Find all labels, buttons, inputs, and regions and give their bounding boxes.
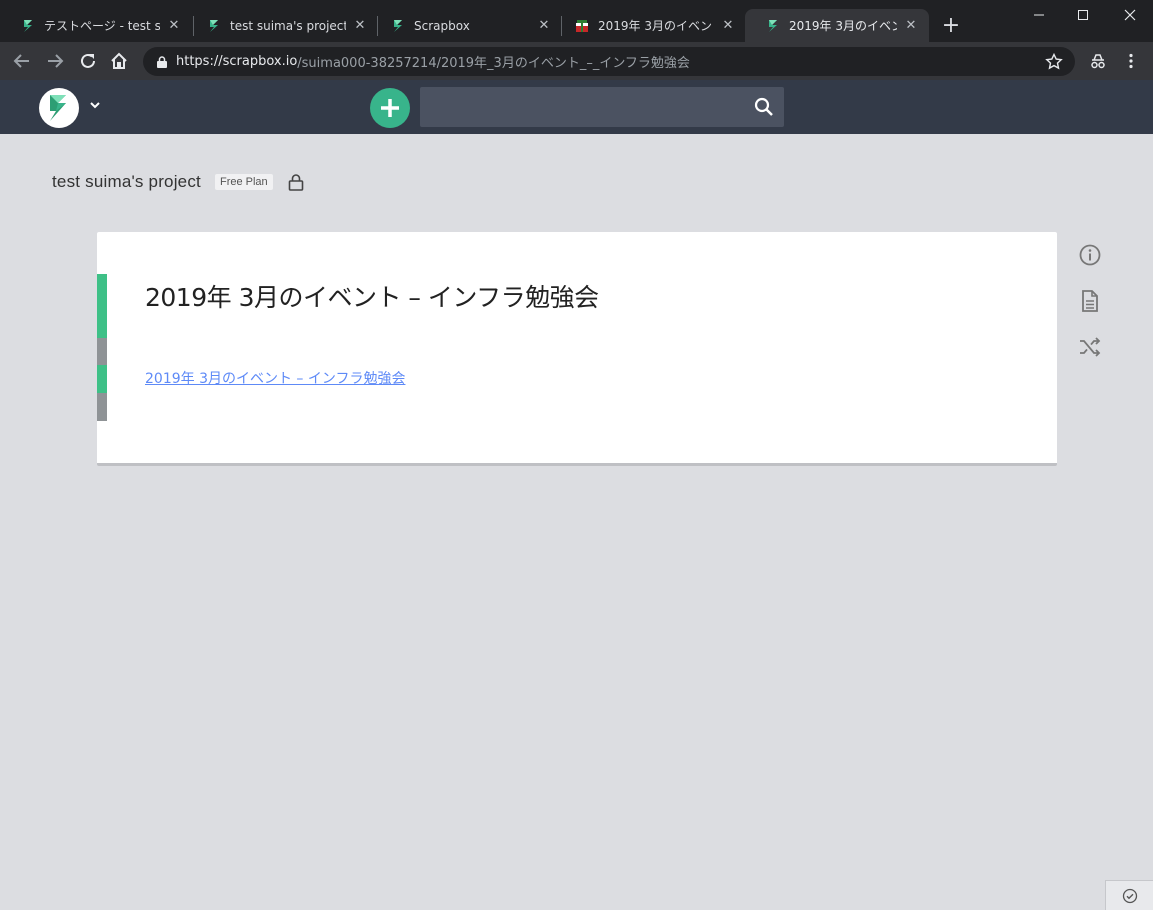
lock-icon xyxy=(288,174,303,191)
new-tab-button[interactable]: + xyxy=(938,14,964,40)
browser-tab-active[interactable]: 2019年 3月のイベント – ✕ xyxy=(745,9,929,42)
reload-button[interactable] xyxy=(76,49,100,73)
incognito-icon xyxy=(1091,54,1105,69)
project-header: test suima's project Free Plan xyxy=(52,172,305,192)
home-button[interactable] xyxy=(107,49,131,73)
document-icon[interactable] xyxy=(1078,289,1102,313)
browser-tab[interactable]: test suima's project ✕ xyxy=(186,9,378,42)
new-page-button[interactable] xyxy=(370,88,410,128)
line-marker xyxy=(97,393,107,421)
minimize-button[interactable] xyxy=(1016,0,1062,30)
back-button[interactable] xyxy=(10,49,34,73)
scrapbox-favicon-icon xyxy=(769,19,777,32)
gift-favicon-icon xyxy=(576,19,588,32)
page-link[interactable]: 2019年 3月のイベント – インフラ勉強会 xyxy=(145,368,405,388)
line-marker-updated xyxy=(97,365,107,393)
tab-title: テストページ - test suima xyxy=(44,19,160,33)
close-icon[interactable]: ✕ xyxy=(903,18,919,33)
status-corner[interactable] xyxy=(1105,880,1153,910)
browser-tab[interactable]: Scrapbox ✕ xyxy=(370,9,562,42)
search-icon[interactable] xyxy=(754,97,774,117)
url-host: https://scrapbox.io xyxy=(176,54,298,69)
info-icon[interactable] xyxy=(1078,243,1102,267)
url-path: /suima000-38257214/2019年_3月のイベント_–_インフラ勉… xyxy=(297,56,690,71)
home-icon xyxy=(111,52,127,69)
menu-button[interactable] xyxy=(1119,49,1143,73)
maximize-button[interactable] xyxy=(1060,0,1106,30)
tab-title: 2019年 3月のイベント – xyxy=(789,19,897,33)
reload-icon xyxy=(81,53,95,68)
plan-badge: Free Plan xyxy=(214,174,273,190)
chevron-down-icon[interactable] xyxy=(88,98,102,112)
close-window-button[interactable] xyxy=(1107,0,1153,30)
close-icon[interactable]: ✕ xyxy=(536,18,552,33)
search-box xyxy=(420,87,784,127)
star-icon[interactable] xyxy=(1045,53,1063,71)
line-marker-updated xyxy=(97,274,107,338)
check-circle-icon xyxy=(1122,888,1137,903)
app-header xyxy=(0,80,1153,134)
forward-button[interactable] xyxy=(43,49,67,73)
tab-title: test suima's project xyxy=(230,18,346,33)
project-name[interactable]: test suima's project xyxy=(52,172,201,192)
more-vert-icon xyxy=(1129,53,1133,69)
tab-title: 2019年 3月のイベント – xyxy=(598,19,714,33)
scrapbox-favicon-icon xyxy=(24,19,32,32)
line-marker xyxy=(97,338,107,365)
minimize-icon xyxy=(1034,14,1044,16)
arrow-left-icon xyxy=(13,54,29,68)
scrapbox-favicon-icon xyxy=(394,19,402,32)
browser-tab[interactable]: テストページ - test suima ✕ xyxy=(0,9,192,42)
browser-toolbar: https://scrapbox.io/suima000-38257214/20… xyxy=(0,42,1153,80)
incognito-button[interactable] xyxy=(1086,49,1110,73)
page-title[interactable]: 2019年 3月のイベント – インフラ勉強会 xyxy=(145,278,599,314)
scrapbox-logo-icon xyxy=(50,95,66,121)
close-icon[interactable]: ✕ xyxy=(166,18,182,33)
plus-icon xyxy=(381,99,399,117)
project-logo-button[interactable] xyxy=(39,88,79,128)
lock-icon xyxy=(157,55,167,68)
browser-tab-bar: テストページ - test suima ✕ test suima's proje… xyxy=(0,0,1153,42)
page-card: 2019年 3月のイベント – インフラ勉強会 2019年 3月のイベント – … xyxy=(97,232,1057,466)
maximize-icon xyxy=(1078,10,1088,20)
address-bar[interactable]: https://scrapbox.io/suima000-38257214/20… xyxy=(143,47,1075,76)
close-icon[interactable]: ✕ xyxy=(720,18,736,33)
arrow-right-icon xyxy=(48,54,64,68)
scrapbox-favicon-icon xyxy=(210,19,218,32)
close-window-icon xyxy=(1124,9,1136,21)
browser-tab[interactable]: 2019年 3月のイベント – ✕ xyxy=(554,9,746,42)
shuffle-icon[interactable] xyxy=(1078,335,1102,359)
close-icon[interactable]: ✕ xyxy=(352,18,368,33)
tab-title: Scrapbox xyxy=(414,18,470,33)
search-input[interactable] xyxy=(420,87,740,127)
